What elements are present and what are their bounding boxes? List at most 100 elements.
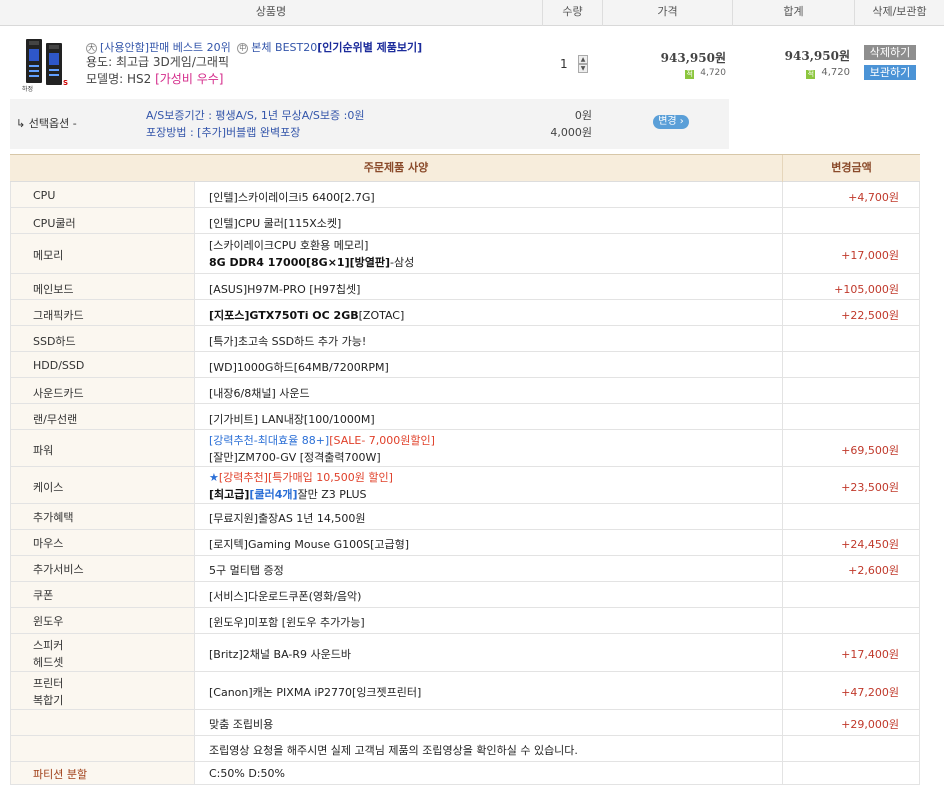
spec-row-windows: 윈도우 [윈도우]미포함 [윈도우 추가가능] — [10, 608, 920, 634]
product-price: 943,950원 — [660, 51, 726, 65]
product-total: 943,950원 — [784, 49, 850, 63]
spec-category: 추가서비스 — [33, 563, 84, 576]
spec-value-bold: 8G DDR4 17000[8G×1][방열판] — [209, 256, 391, 269]
spec-value: [잘만]ZM700-GV [정격출력700W] — [209, 451, 381, 464]
spec-category: SSD하드 — [33, 335, 76, 348]
spec-category: 그래픽카드 — [33, 309, 84, 322]
spec-value: [로지텍]Gaming Mouse G100S[고급형] — [209, 538, 410, 551]
product-thumbnail[interactable]: 하정 S — [22, 37, 68, 93]
spec-value-bold: [지포스]GTX750Ti OC 2GB — [209, 309, 359, 322]
spec-price: +23,500원 — [841, 481, 899, 494]
spec-value: [인텔]스카이레이크i5 6400[2.7G] — [209, 191, 375, 204]
spec-value: [최고급][쿨러4개]잘만 Z3 PLUS — [209, 486, 367, 502]
spec-category: 메인보드 — [33, 283, 74, 296]
spec-value: [기가비트] LAN내장[100/1000M] — [209, 413, 375, 426]
spec-value-tail: 잘만 Z3 PLUS — [297, 488, 367, 501]
spec-category: 파워 — [33, 444, 54, 457]
spec-row-power: 파워 [강력추천-최대효율 88+][SALE- 7,000원할인] [잘만]Z… — [10, 430, 920, 467]
spec-category: 메모리 — [33, 249, 64, 262]
point-value: 4,720 — [700, 68, 726, 78]
spec-row-cpu: CPU [인텔]스카이레이크i5 6400[2.7G] +4,700원 — [10, 182, 920, 208]
spec-row-sound: 사운드카드 [내장6/8채널] 사운드 — [10, 378, 920, 404]
spec-header-spec: 주문제품 사양 — [10, 155, 783, 182]
cart-header: 상품명 수량 가격 합계 삭제/보관함 — [0, 0, 944, 26]
spec-row-mouse: 마우스 [로지텍]Gaming Mouse G100S[고급형] +24,450… — [10, 530, 920, 556]
spec-row-assembly-video: 조립영상 요청을 해주시면 실제 고객님 제품의 조립영상을 확인하실 수 있습… — [10, 736, 920, 762]
spec-row-assembly: 맞춤 조립비용 +29,000원 — [10, 710, 920, 736]
spec-value: [무료지원]출장AS 1년 14,500원 — [209, 512, 366, 525]
spec-value-bold: [최고급] — [209, 488, 250, 501]
spec-value: 맞춤 조립비용 — [209, 718, 274, 731]
spec-category: 윈도우 — [33, 615, 64, 628]
thumb-badge: S — [62, 79, 68, 87]
spec-category: CPU쿨러 — [33, 217, 76, 230]
option-price-2: 4,000원 — [550, 126, 592, 139]
model-tag: [가성비 우수] — [155, 72, 224, 86]
qty-up-icon[interactable]: ▲ — [578, 55, 588, 64]
spec-note-red: [특가매입 10,500원 할인] — [267, 471, 393, 484]
product-row: 하정 S 大 [사용안함]판매 베스트 20위 中 본체 BEST20[인기순위별 … — [0, 27, 944, 97]
header-qty: 수량 — [543, 0, 603, 26]
spec-price: +17,000원 — [841, 249, 899, 262]
spec-price: +17,400원 — [841, 648, 899, 661]
option-as-warranty: A/S보증기간 : 평생A/S, 1년 무상A/S보증 :0원 — [146, 109, 365, 122]
spec-row-memory: 메모리 [스카이레이크CPU 호환용 메모리] 8G DDR4 17000[8G… — [10, 234, 920, 274]
spec-value: 조립영상 요청을 해주시면 실제 고객님 제품의 조립영상을 확인하실 수 있습… — [209, 744, 578, 757]
spec-note-recommend: [강력추천] — [218, 471, 268, 484]
spec-value: [윈도우]미포함 [윈도우 추가가능] — [209, 616, 365, 629]
qty-down-icon[interactable]: ▼ — [578, 64, 588, 73]
spec-price: +105,000원 — [834, 283, 899, 296]
spec-row-coupon: 쿠폰 [서비스]다운로드쿠폰(영화/음악) — [10, 582, 920, 608]
spec-value-tail: -삼성 — [390, 256, 415, 269]
total-point: 적 4,720 — [790, 67, 850, 79]
spec-value: 5구 멀티탭 증정 — [209, 564, 284, 577]
rank-badge-icon: 中 — [237, 43, 249, 54]
spec-category: 파티션 분할 — [33, 768, 88, 781]
product-use: 용도: 최고급 3D게임/그래픽 — [86, 55, 229, 69]
option-price-1: 0원 — [574, 109, 592, 122]
spec-price: +47,200원 — [841, 686, 899, 699]
spec-category: 사운드카드 — [33, 387, 84, 400]
spec-row-printer: 프린터 복합기 [Canon]캐논 PIXMA iP2770[잉크젯프린터] +… — [10, 672, 920, 710]
spec-value: 8G DDR4 17000[8G×1][방열판]-삼성 — [209, 254, 414, 270]
spec-price: +69,500원 — [841, 444, 899, 457]
keep-button[interactable]: 보관하기 — [864, 65, 916, 80]
spec-note: ★[강력추천][특가매입 10,500원 할인] — [209, 469, 393, 485]
star-icon: ★ — [209, 471, 219, 484]
spec-value: [특가]초고속 SSD하드 추가 가능! — [209, 335, 367, 348]
spec-row-mainboard: 메인보드 [ASUS]H97M-PRO [H97칩셋] +105,000원 — [10, 274, 920, 300]
delete-button[interactable]: 삭제하기 — [864, 45, 916, 60]
selected-options: ↳ 선택옵션 - A/S보증기간 : 평생A/S, 1년 무상A/S보증 :0원… — [10, 99, 729, 149]
spec-row-service: 추가서비스 5구 멀티탭 증정 +2,600원 — [10, 556, 920, 582]
spec-note-blue: [강력추천-최대효율 88+] — [209, 434, 330, 447]
product-model: 모델명: HS2 [가성비 우수] — [86, 70, 223, 87]
quantity-stepper[interactable]: ▲ ▼ — [578, 55, 588, 73]
pc-tower-icon — [26, 39, 42, 83]
header-product: 상품명 — [0, 0, 543, 26]
spec-value: [지포스]GTX750Ti OC 2GB[ZOTAC] — [209, 307, 404, 323]
quantity-value: 1 — [560, 57, 568, 71]
spec-price: +4,700원 — [848, 191, 899, 204]
spec-price: +29,000원 — [841, 718, 899, 731]
product-title-part2[interactable]: 본체 BEST20 — [251, 41, 317, 54]
model-prefix: 모델명: HS2 — [86, 72, 156, 86]
options-label: ↳ 선택옵션 - — [16, 117, 77, 130]
spec-price: +2,600원 — [848, 564, 899, 577]
spec-category: 추가혜택 — [33, 511, 74, 524]
change-options-button[interactable]: 변경 › — [653, 115, 689, 129]
option-packaging: 포장방법 : [추가]버블랩 완벽포장 — [146, 126, 301, 139]
spec-value: C:50% D:50% — [209, 767, 285, 780]
product-point: 적 4,720 — [660, 68, 726, 79]
popular-ranking-link[interactable]: [인기순위별 제품보기] — [317, 41, 422, 54]
spec-table-header: 주문제품 사양 변경금액 — [10, 155, 920, 182]
spec-value: [내장6/8채널] 사운드 — [209, 387, 310, 400]
spec-category: 쿠폰 — [33, 589, 54, 602]
spec-row-lan: 랜/무선랜 [기가비트] LAN내장[100/1000M] — [10, 404, 920, 430]
spec-row-graphics: 그래픽카드 [지포스]GTX750Ti OC 2GB[ZOTAC] +22,50… — [10, 300, 920, 326]
spec-row-hdd: HDD/SSD [WD]1000G하드[64MB/7200RPM] — [10, 352, 920, 378]
spec-row-partition: 파티션 분할 C:50% D:50% — [10, 762, 920, 785]
spec-value: [인텔]CPU 쿨러[115X소켓] — [209, 217, 342, 230]
header-total: 합계 — [733, 0, 855, 26]
spec-value-tail: [ZOTAC] — [358, 309, 405, 322]
spec-category: 랜/무선랜 — [33, 413, 78, 426]
